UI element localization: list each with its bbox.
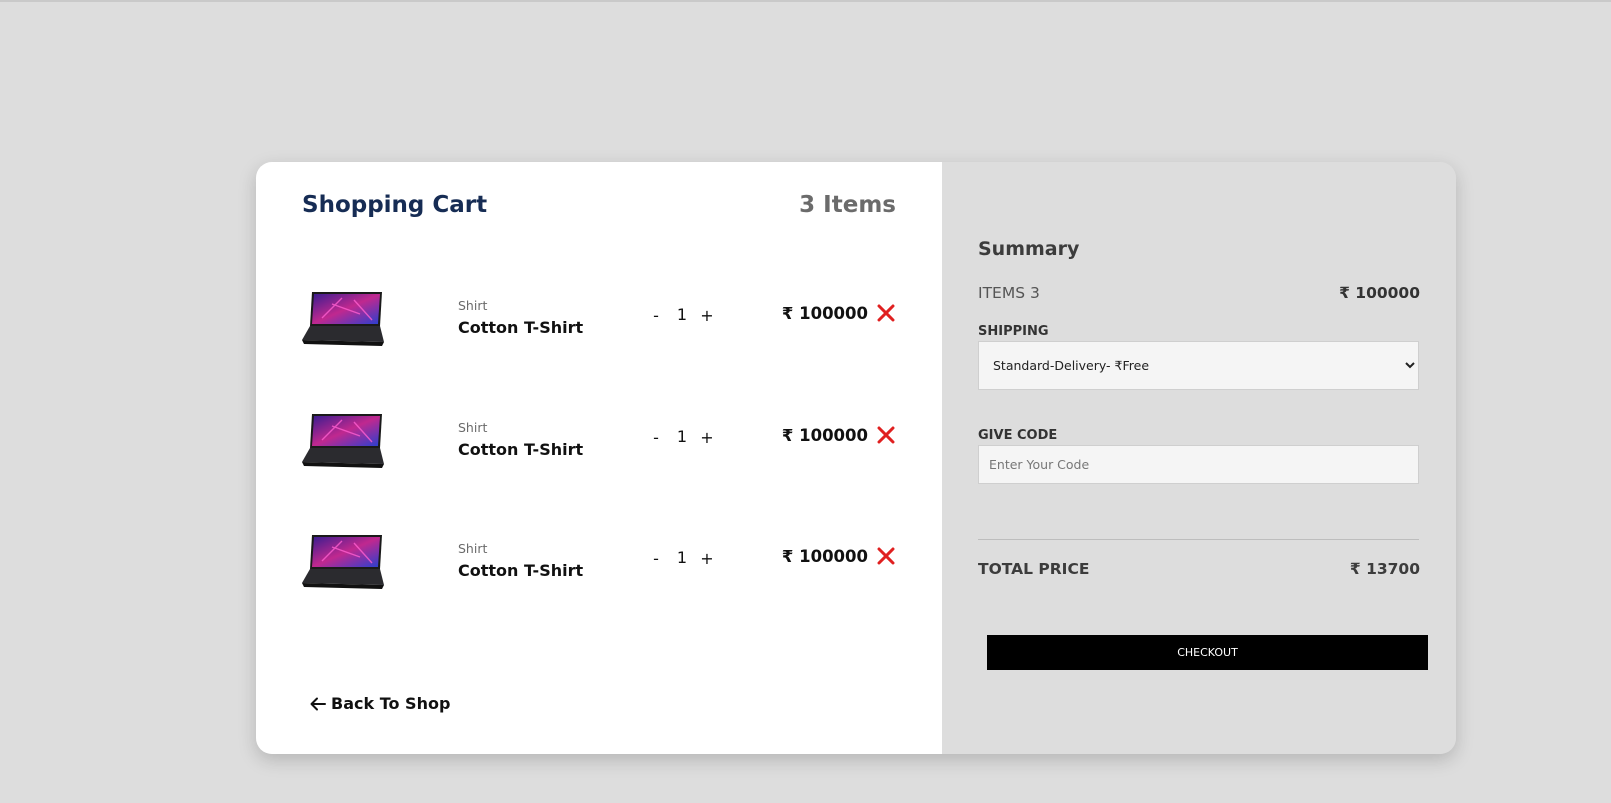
summary-panel: Summary ITEMS 3 ₹ 100000 SHIPPING Standa…: [942, 162, 1456, 754]
item-name: Cotton T-Shirt: [458, 440, 584, 459]
cart-row: Shirt Cotton T-Shirt - 1 + ₹ 100000: [302, 284, 896, 354]
arrow-left-icon: [310, 697, 326, 710]
total-price-value: ₹ 13700: [1349, 560, 1420, 578]
decrease-quantity-button[interactable]: -: [650, 549, 662, 568]
increase-quantity-button[interactable]: +: [700, 549, 714, 568]
laptop-image: [302, 292, 384, 346]
item-quantity: 1: [676, 427, 688, 446]
increase-quantity-button[interactable]: +: [700, 428, 714, 447]
decrease-quantity-button[interactable]: -: [650, 428, 662, 447]
item-quantity: 1: [676, 305, 688, 324]
item-category: Shirt: [458, 420, 488, 435]
item-quantity: 1: [676, 548, 688, 567]
shipping-select[interactable]: Standard-Delivery- ₹Free: [978, 341, 1419, 390]
summary-items-label: ITEMS 3: [978, 284, 1040, 302]
summary-divider: [978, 539, 1419, 540]
item-price: ₹ 100000: [781, 426, 868, 445]
promo-code-input[interactable]: [978, 445, 1419, 484]
close-icon[interactable]: [876, 425, 896, 445]
cart-panel: Shopping Cart 3 Items Shirt Cotton T-Shi…: [256, 162, 942, 754]
laptop-image: [302, 414, 384, 468]
checkout-button[interactable]: CHECKOUT: [987, 635, 1428, 670]
item-category: Shirt: [458, 541, 488, 556]
shipping-label: SHIPPING: [978, 324, 1049, 339]
close-icon[interactable]: [876, 303, 896, 323]
summary-items-price: ₹ 100000: [1339, 284, 1420, 302]
close-icon[interactable]: [876, 546, 896, 566]
item-price: ₹ 100000: [781, 304, 868, 323]
top-edge: [0, 0, 1611, 2]
give-code-label: GIVE CODE: [978, 428, 1058, 443]
item-name: Cotton T-Shirt: [458, 318, 584, 337]
cart-title: Shopping Cart: [302, 192, 488, 218]
back-to-shop-label: Back To Shop: [331, 694, 451, 713]
item-price: ₹ 100000: [781, 547, 868, 566]
cart-item-count: 3 Items: [799, 192, 896, 218]
laptop-image: [302, 535, 384, 589]
cart-row: Shirt Cotton T-Shirt - 1 + ₹ 100000: [302, 527, 896, 597]
cart-card: Shopping Cart 3 Items Shirt Cotton T-Shi…: [256, 162, 1456, 754]
back-to-shop-link[interactable]: Back To Shop: [310, 694, 450, 713]
total-price-label: TOTAL PRICE: [978, 560, 1090, 578]
item-category: Shirt: [458, 298, 488, 313]
increase-quantity-button[interactable]: +: [700, 306, 714, 325]
decrease-quantity-button[interactable]: -: [650, 306, 662, 325]
cart-row: Shirt Cotton T-Shirt - 1 + ₹ 100000: [302, 406, 896, 476]
item-name: Cotton T-Shirt: [458, 561, 584, 580]
summary-title: Summary: [978, 238, 1080, 260]
